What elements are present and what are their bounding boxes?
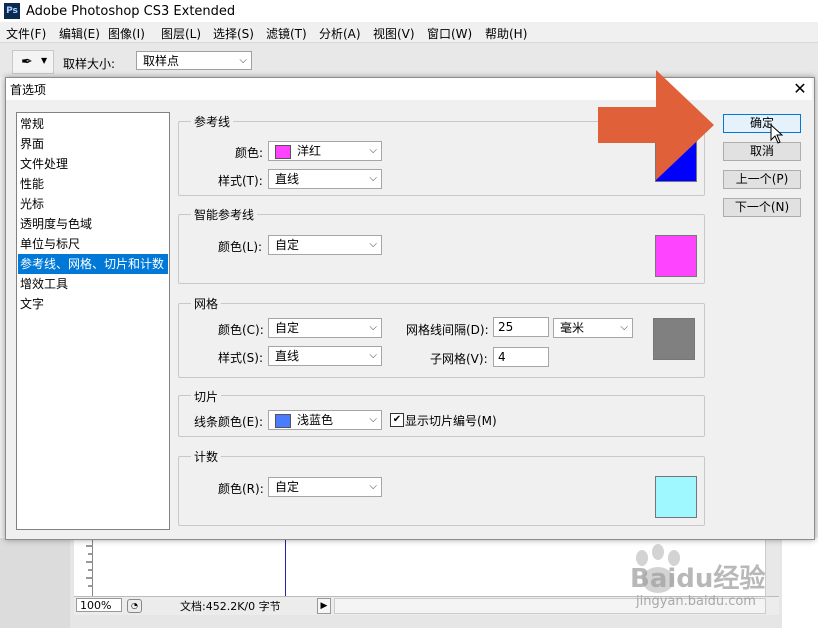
prev-button[interactable]: 上一个(P) <box>723 170 801 189</box>
menu-view[interactable]: 视图(V) <box>373 25 415 42</box>
grid-color-label: 颜色(C): <box>218 323 264 337</box>
category-item-interface[interactable]: 界面 <box>20 134 44 154</box>
category-item-file-handling[interactable]: 文件处理 <box>20 154 68 174</box>
category-item-guides-grid-slices[interactable]: 参考线、网格、切片和计数 <box>18 254 168 274</box>
baidu-watermark: Baidu经验 jingyan.baidu.com <box>628 538 788 614</box>
smart-guides-group-title: 智能参考线 <box>191 206 258 223</box>
chevron-down-icon: ⌵ <box>369 322 377 333</box>
smart-guides-color-preview[interactable] <box>655 235 697 277</box>
eyedropper-icon: ✒ <box>21 54 33 70</box>
document-info: 文档:452.2K/0 字节 <box>180 600 281 613</box>
show-slice-numbers-checkbox[interactable]: ✔ <box>390 413 404 427</box>
smart-guides-color-label: 颜色(L): <box>218 240 263 254</box>
guides-style-select[interactable]: 直线 ⌵ <box>268 169 382 189</box>
dialog-title: 首选项 <box>10 83 47 97</box>
category-item-type[interactable]: 文字 <box>20 294 44 314</box>
close-icon[interactable]: ✕ <box>790 79 810 99</box>
menu-filter[interactable]: 滤镜(T) <box>266 25 307 42</box>
eyedropper-tool-button[interactable]: ✒ ▼ <box>12 50 54 74</box>
category-item-units-rulers[interactable]: 单位与标尺 <box>20 234 80 254</box>
category-list: 常规 界面 文件处理 性能 光标 透明度与色域 单位与标尺 参考线、网格、切片和… <box>16 112 170 530</box>
sample-size-select[interactable]: 取样点 ⌵ <box>136 51 252 70</box>
vertical-ruler <box>74 540 93 596</box>
menu-bar: 文件(F) 编辑(E) 图像(I) 图层(L) 选择(S) 滤镜(T) 分析(A… <box>0 22 818 43</box>
show-slice-numbers-label: 显示切片编号(M) <box>405 414 497 428</box>
photoshop-logo-icon: Ps <box>4 3 20 19</box>
guides-group-title: 参考线 <box>191 113 234 130</box>
guides-color-swatch <box>275 145 291 159</box>
guides-color-select[interactable]: 洋红 ⌵ <box>268 141 382 161</box>
menu-layer[interactable]: 图层(L) <box>161 25 201 42</box>
category-item-plugins[interactable]: 增效工具 <box>20 274 68 294</box>
subdivisions-input[interactable]: 4 <box>493 347 549 367</box>
grid-style-label: 样式(S): <box>218 351 264 365</box>
category-item-general[interactable]: 常规 <box>20 114 44 134</box>
slice-line-color-select[interactable]: 浅蓝色 ⌵ <box>268 410 382 430</box>
slice-color-swatch <box>275 414 291 428</box>
count-color-preview[interactable] <box>655 476 697 518</box>
category-item-transparency[interactable]: 透明度与色域 <box>20 214 92 234</box>
gridline-interval-input[interactable]: 25 <box>493 317 549 337</box>
sample-size-label: 取样大小: <box>63 57 116 71</box>
chevron-down-icon: ⌵ <box>369 239 377 250</box>
app-title: Adobe Photoshop CS3 Extended <box>26 4 236 19</box>
slices-group-title: 切片 <box>191 388 222 405</box>
status-menu-arrow-icon[interactable]: ▶ <box>317 598 331 614</box>
watermark-url: jingyan.baidu.com <box>636 594 756 609</box>
grid-color-preview[interactable] <box>653 318 695 360</box>
slice-line-color-label: 线条颜色(E): <box>194 415 263 429</box>
guides-color-label: 颜色: <box>235 146 264 160</box>
chevron-down-icon: ⌵ <box>369 173 377 184</box>
menu-window[interactable]: 窗口(W) <box>427 25 472 42</box>
grid-style-select[interactable]: 直线 ⌵ <box>268 346 382 366</box>
count-group-title: 计数 <box>191 448 222 465</box>
document-left-panel <box>0 538 70 628</box>
zoom-field[interactable]: 100% <box>76 598 122 612</box>
menu-file[interactable]: 文件(F) <box>6 25 46 42</box>
next-button[interactable]: 下一个(N) <box>723 198 801 217</box>
category-item-cursors[interactable]: 光标 <box>20 194 44 214</box>
count-color-label: 颜色(R): <box>218 482 264 496</box>
mouse-cursor-icon <box>770 124 784 144</box>
menu-edit[interactable]: 编辑(E) <box>59 25 100 42</box>
navigator-icon[interactable]: ◔ <box>127 599 142 613</box>
menu-analysis[interactable]: 分析(A) <box>319 25 361 42</box>
guides-style-label: 样式(T): <box>218 174 263 188</box>
grid-group-title: 网格 <box>191 295 222 312</box>
menu-image[interactable]: 图像(I) <box>108 25 145 42</box>
dropdown-arrow-icon: ▼ <box>41 56 48 65</box>
menu-help[interactable]: 帮助(H) <box>485 25 527 42</box>
cancel-button[interactable]: 取消 <box>723 142 801 161</box>
ok-button[interactable]: 确定 <box>723 114 801 133</box>
menu-select[interactable]: 选择(S) <box>213 25 254 42</box>
gridline-interval-label: 网格线间隔(D): <box>406 323 489 337</box>
guide-line <box>285 540 286 596</box>
subdivisions-label: 子网格(V): <box>430 352 488 366</box>
grid-unit-select[interactable]: 毫米 ⌵ <box>553 318 633 338</box>
chevron-down-icon: ⌵ <box>369 414 377 425</box>
chevron-down-icon: ⌵ <box>620 322 628 333</box>
grid-color-select[interactable]: 自定 ⌵ <box>268 318 382 338</box>
smart-guides-color-select[interactable]: 自定 ⌵ <box>268 235 382 255</box>
count-color-select[interactable]: 自定 ⌵ <box>268 477 382 497</box>
chevron-down-icon: ⌵ <box>369 145 377 156</box>
chevron-down-icon: ⌵ <box>369 350 377 361</box>
watermark-brand: Baidu经验 <box>630 564 766 594</box>
annotation-arrow-icon <box>598 70 714 180</box>
chevron-down-icon: ⌵ <box>369 481 377 492</box>
chevron-down-icon: ⌵ <box>239 55 247 66</box>
category-item-performance[interactable]: 性能 <box>20 174 44 194</box>
